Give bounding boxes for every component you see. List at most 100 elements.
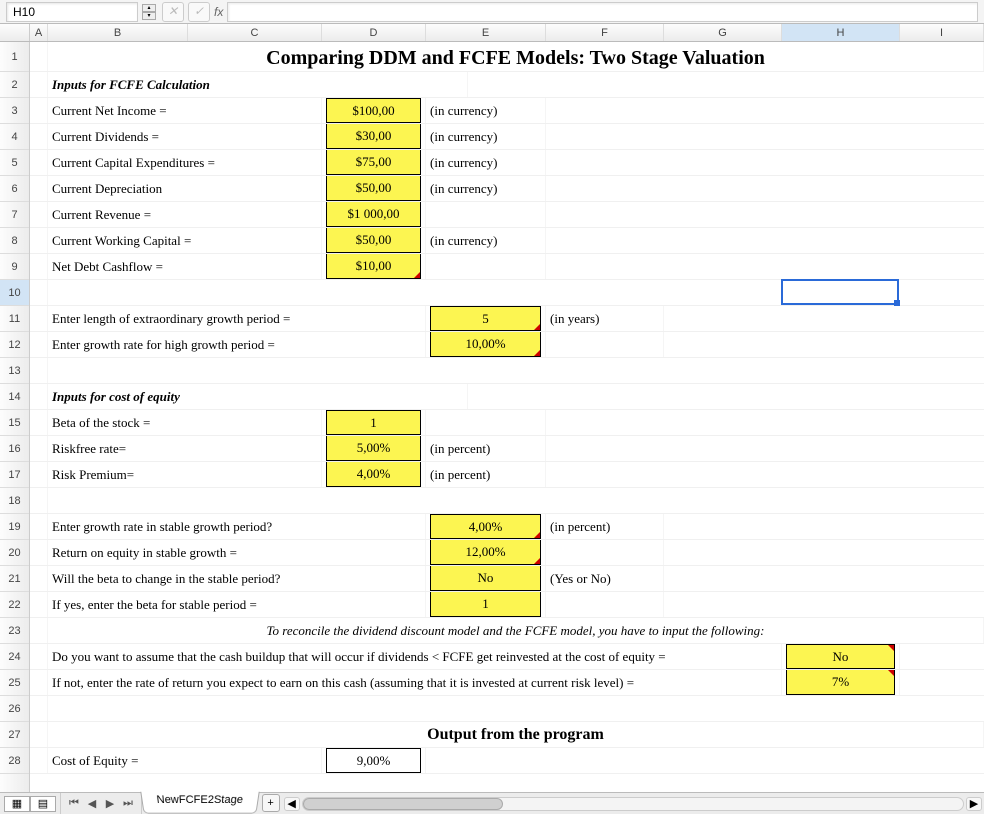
- nav-last-icon[interactable]: ⏭: [121, 797, 135, 811]
- row-11[interactable]: 11: [0, 306, 29, 332]
- view-buttons: ▦ ▤: [0, 793, 61, 814]
- sheet-tab[interactable]: NewFCFE2Stage: [140, 792, 259, 814]
- scroll-right-icon[interactable]: ▶: [966, 797, 982, 811]
- cancel-formula-button[interactable]: ✕: [162, 2, 184, 22]
- reconcile-q2-value[interactable]: 7%: [786, 670, 895, 695]
- row-26[interactable]: 26: [0, 696, 29, 722]
- view-page-button[interactable]: ▤: [30, 796, 56, 812]
- col-E[interactable]: E: [426, 24, 546, 41]
- equity-value-0[interactable]: 1: [326, 410, 421, 435]
- stable-unit-1: [546, 540, 664, 565]
- confirm-formula-button[interactable]: ✓: [188, 2, 210, 22]
- section-cost-equity: Inputs for cost of equity: [48, 384, 468, 409]
- name-box-stepper[interactable]: ▴ ▾: [142, 4, 156, 20]
- output-cost-equity-label: Cost of Equity =: [48, 748, 322, 773]
- output-cost-equity-value: 9,00%: [326, 748, 421, 773]
- sheet-content: Comparing DDM and FCFE Models: Two Stage…: [30, 42, 984, 774]
- cancel-icon: ✕: [168, 4, 178, 19]
- name-box[interactable]: H10: [6, 2, 138, 22]
- fcfe-value-4[interactable]: $1 000,00: [326, 202, 421, 227]
- growth-value-0[interactable]: 5: [430, 306, 541, 331]
- cells[interactable]: Comparing DDM and FCFE Models: Two Stage…: [30, 42, 984, 792]
- row-22[interactable]: 22: [0, 592, 29, 618]
- row-17[interactable]: 17: [0, 462, 29, 488]
- row-24[interactable]: 24: [0, 644, 29, 670]
- row-13[interactable]: 13: [0, 358, 29, 384]
- equity-value-1[interactable]: 5,00%: [326, 436, 421, 461]
- row-5[interactable]: 5: [0, 150, 29, 176]
- stable-label-1: Return on equity in stable growth =: [48, 540, 426, 565]
- fcfe-value-1[interactable]: $30,00: [326, 124, 421, 149]
- row-9[interactable]: 9: [0, 254, 29, 280]
- row-10[interactable]: 10: [0, 280, 29, 306]
- column-headers: A B C D E F G H I: [0, 24, 984, 42]
- row-19[interactable]: 19: [0, 514, 29, 540]
- scroll-track[interactable]: [302, 797, 964, 811]
- view-normal-button[interactable]: ▦: [4, 796, 30, 812]
- row-2[interactable]: 2: [0, 72, 29, 98]
- fcfe-value-5[interactable]: $50,00: [326, 228, 421, 253]
- row-3[interactable]: 3: [0, 98, 29, 124]
- row-21[interactable]: 21: [0, 566, 29, 592]
- stepper-up-icon[interactable]: ▴: [142, 4, 156, 12]
- fcfe-unit-3: (in currency): [426, 176, 546, 201]
- fcfe-value-3[interactable]: $50,00: [326, 176, 421, 201]
- row-4[interactable]: 4: [0, 124, 29, 150]
- reconcile-note: To reconcile the dividend discount model…: [52, 623, 979, 639]
- row-28[interactable]: 28: [0, 748, 29, 774]
- nav-prev-icon[interactable]: ◀: [85, 797, 99, 811]
- reconcile-q2-label: If not, enter the rate of return you exp…: [48, 670, 782, 695]
- col-H[interactable]: H: [782, 24, 900, 41]
- row-15[interactable]: 15: [0, 410, 29, 436]
- stable-label-3: If yes, enter the beta for stable period…: [48, 592, 426, 617]
- equity-unit-1: (in percent): [426, 436, 546, 461]
- formula-input[interactable]: [227, 2, 978, 22]
- fcfe-value-0[interactable]: $100,00: [326, 98, 421, 123]
- growth-label-1: Enter growth rate for high growth period…: [48, 332, 426, 357]
- stable-value-2[interactable]: No: [430, 566, 541, 591]
- row-18[interactable]: 18: [0, 488, 29, 514]
- stable-value-1[interactable]: 12,00%: [430, 540, 541, 565]
- col-C[interactable]: C: [188, 24, 322, 41]
- row-14[interactable]: 14: [0, 384, 29, 410]
- horizontal-scrollbar[interactable]: ◀ ▶: [284, 793, 984, 814]
- row-6[interactable]: 6: [0, 176, 29, 202]
- nav-first-icon[interactable]: ⏮: [67, 797, 81, 811]
- col-B[interactable]: B: [48, 24, 188, 41]
- fcfe-label-3: Current Depreciation: [48, 176, 322, 201]
- fcfe-value-6[interactable]: $10,00: [326, 254, 421, 279]
- row-1[interactable]: 1: [0, 42, 29, 72]
- growth-unit-0: (in years): [546, 306, 664, 331]
- row-23[interactable]: 23: [0, 618, 29, 644]
- fx-label[interactable]: fx: [214, 5, 223, 19]
- reconcile-q1-value[interactable]: No: [786, 644, 895, 669]
- stable-value-0[interactable]: 4,00%: [430, 514, 541, 539]
- row-8[interactable]: 8: [0, 228, 29, 254]
- fcfe-label-4: Current Revenue =: [48, 202, 322, 227]
- stepper-down-icon[interactable]: ▾: [142, 12, 156, 20]
- col-G[interactable]: G: [664, 24, 782, 41]
- row-27[interactable]: 27: [0, 722, 29, 748]
- nav-next-icon[interactable]: ▶: [103, 797, 117, 811]
- fcfe-value-2[interactable]: $75,00: [326, 150, 421, 175]
- equity-value-2[interactable]: 4,00%: [326, 462, 421, 487]
- row-20[interactable]: 20: [0, 540, 29, 566]
- fcfe-label-2: Current Capital Expenditures =: [48, 150, 322, 175]
- scroll-thumb[interactable]: [303, 798, 503, 810]
- fcfe-unit-0: (in currency): [426, 98, 546, 123]
- col-F[interactable]: F: [546, 24, 664, 41]
- select-all-corner[interactable]: [0, 24, 30, 41]
- growth-value-1[interactable]: 10,00%: [430, 332, 541, 357]
- scroll-left-icon[interactable]: ◀: [284, 797, 300, 811]
- stable-value-3[interactable]: 1: [430, 592, 541, 617]
- row-7[interactable]: 7: [0, 202, 29, 228]
- row-12[interactable]: 12: [0, 332, 29, 358]
- col-A[interactable]: A: [30, 24, 48, 41]
- col-I[interactable]: I: [900, 24, 984, 41]
- col-D[interactable]: D: [322, 24, 426, 41]
- row-25[interactable]: 25: [0, 670, 29, 696]
- fcfe-label-0: Current Net Income =: [48, 98, 322, 123]
- row-16[interactable]: 16: [0, 436, 29, 462]
- equity-label-0: Beta of the stock =: [48, 410, 322, 435]
- add-sheet-button[interactable]: +: [262, 794, 280, 812]
